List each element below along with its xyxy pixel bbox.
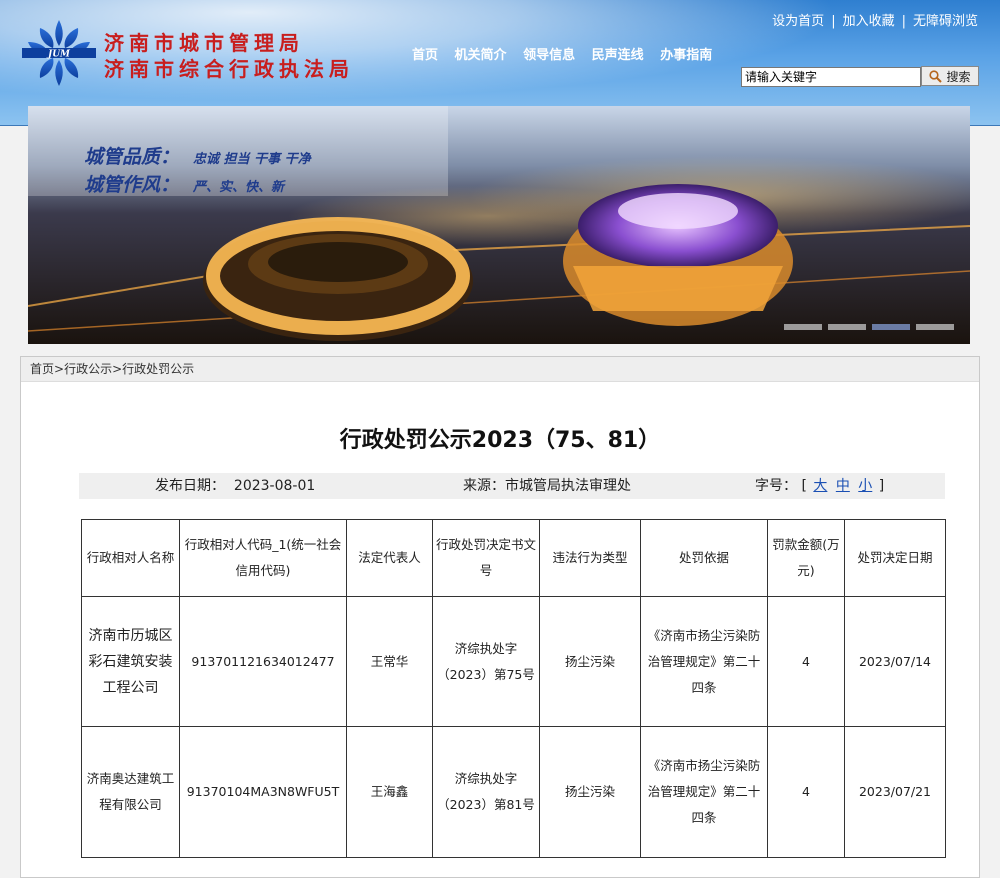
table-header-cell: 处罚依据 bbox=[640, 519, 768, 597]
breadcrumb-home[interactable]: 首页 bbox=[30, 362, 54, 376]
table-header-cell: 行政相对人代码_1(统一社会信用代码) bbox=[179, 519, 347, 597]
search-button[interactable]: 搜索 bbox=[921, 66, 979, 86]
search-input[interactable] bbox=[741, 66, 921, 87]
breadcrumb-separator: > bbox=[54, 362, 65, 376]
table-cell: 2023/07/14 bbox=[844, 596, 946, 727]
table-header-cell: 罚款金额(万元) bbox=[767, 519, 845, 597]
font-size-switcher: 字号： [ 大 中 小 ] bbox=[755, 473, 884, 499]
separator: | bbox=[901, 14, 906, 29]
slogan-style-text: 严、实、快、新 bbox=[193, 180, 285, 195]
add-favorite-link[interactable]: 加入收藏 bbox=[843, 14, 895, 29]
slogan-quality: 城管品质： 忠诚 担当 干事 干净 bbox=[84, 142, 311, 169]
article-title: 行政处罚公示2023（75、81） bbox=[339, 428, 661, 453]
table-header-row: 行政相对人名称 行政相对人代码_1(统一社会信用代码) 法定代表人 行政处罚决定… bbox=[81, 519, 946, 597]
table-cell: 《济南市扬尘污染防治管理规定》第二十四条 bbox=[640, 726, 768, 858]
publish-date-value: 2023-08-01 bbox=[233, 478, 316, 494]
bracket-close: ] bbox=[878, 478, 885, 494]
search-icon bbox=[929, 69, 943, 83]
separator: | bbox=[831, 14, 836, 29]
slide-dot[interactable] bbox=[784, 324, 822, 330]
font-size-label: 字号： bbox=[755, 478, 797, 494]
source-label: 来源： bbox=[463, 478, 505, 494]
slogan-quality-text: 忠诚 担当 干事 干净 bbox=[193, 152, 311, 167]
nav-item-about[interactable]: 机关简介 bbox=[455, 48, 507, 63]
logo-text: JUM bbox=[46, 50, 71, 60]
set-homepage-link[interactable]: 设为首页 bbox=[772, 14, 824, 29]
slogan-quality-title: 城管品质： bbox=[84, 146, 180, 168]
content-panel: 首页>行政公示>行政处罚公示 行政处罚公示2023（75、81） 发布日期： 2… bbox=[20, 356, 980, 878]
table-row: 济南市历城区彩石建筑安装工程公司 913701121634012477 王常华 … bbox=[81, 596, 946, 727]
search-box: 搜索 bbox=[741, 66, 979, 87]
table-cell: 4 bbox=[767, 726, 845, 858]
font-size-small[interactable]: 小 bbox=[858, 478, 872, 494]
table-cell: 扬尘污染 bbox=[539, 596, 641, 727]
nav-item-service-guide[interactable]: 办事指南 bbox=[660, 48, 712, 63]
breadcrumb: 首页>行政公示>行政处罚公示 bbox=[21, 357, 979, 382]
publish-date: 发布日期： 2023-08-01 bbox=[155, 473, 315, 499]
table-cell: 91370104MA3N8WFU5T bbox=[179, 726, 347, 858]
slide-dot-active[interactable] bbox=[872, 324, 910, 330]
nav-item-home[interactable]: 首页 bbox=[412, 48, 438, 63]
search-button-label: 搜索 bbox=[946, 69, 971, 84]
table-cell: 济南市历城区彩石建筑安装工程公司 bbox=[81, 596, 180, 727]
table-cell: 王海鑫 bbox=[346, 726, 433, 858]
bracket-open: [ bbox=[801, 478, 807, 494]
table-header-cell: 处罚决定日期 bbox=[844, 519, 946, 597]
nav-item-leaders[interactable]: 领导信息 bbox=[523, 48, 575, 63]
table-cell: 济综执处字（2023）第75号 bbox=[432, 596, 540, 727]
table-row: 济南奥达建筑工程有限公司 91370104MA3N8WFU5T 王海鑫 济综执处… bbox=[81, 726, 946, 858]
banner-image: 城管品质： 忠诚 担当 干事 干净 城管作风： 严、实、快、新 bbox=[28, 106, 970, 344]
breadcrumb-public-notice[interactable]: 行政公示 bbox=[64, 362, 112, 376]
slide-dot[interactable] bbox=[828, 324, 866, 330]
article-source: 来源：市城管局执法审理处 bbox=[463, 473, 631, 499]
slide-dot[interactable] bbox=[916, 324, 954, 330]
table-header-cell: 行政处罚决定书文号 bbox=[432, 519, 540, 597]
publish-date-label: 发布日期： bbox=[155, 478, 225, 494]
breadcrumb-penalty-notice[interactable]: 行政处罚公示 bbox=[122, 362, 194, 376]
table-header-cell: 行政相对人名称 bbox=[81, 519, 180, 597]
slogan-style-title: 城管作风： bbox=[84, 174, 180, 196]
table-cell: 4 bbox=[767, 596, 845, 727]
slogan-style: 城管作风： 严、实、快、新 bbox=[84, 170, 284, 197]
article-meta: 发布日期： 2023-08-01 来源：市城管局执法审理处 字号： [ 大 中 … bbox=[79, 473, 945, 499]
table-header-cell: 违法行为类型 bbox=[539, 519, 641, 597]
accessibility-link[interactable]: 无障碍浏览 bbox=[913, 14, 978, 29]
font-size-medium[interactable]: 中 bbox=[836, 478, 850, 494]
site-name-line1: 济南市城市管理局 bbox=[104, 31, 304, 55]
table-cell: 王常华 bbox=[346, 596, 433, 727]
nav-item-public-voice[interactable]: 民声连线 bbox=[592, 48, 644, 63]
table-cell: 913701121634012477 bbox=[179, 596, 347, 727]
table-cell: 扬尘污染 bbox=[539, 726, 641, 858]
table-cell: 济南奥达建筑工程有限公司 bbox=[81, 726, 180, 858]
font-size-large[interactable]: 大 bbox=[813, 478, 827, 494]
source-value: 市城管局执法审理处 bbox=[505, 478, 631, 494]
top-links: 设为首页 | 加入收藏 | 无障碍浏览 bbox=[772, 10, 978, 29]
slide-indicators bbox=[784, 324, 954, 330]
breadcrumb-separator: > bbox=[112, 362, 123, 376]
main-nav: 首页 机关简介 领导信息 民声连线 办事指南 bbox=[412, 44, 724, 63]
table-cell: 《济南市扬尘污染防治管理规定》第二十四条 bbox=[640, 596, 768, 727]
table-cell: 2023/07/21 bbox=[844, 726, 946, 858]
site-name-line2: 济南市综合行政执法局 bbox=[104, 57, 354, 81]
table-header-cell: 法定代表人 bbox=[346, 519, 433, 597]
table-cell: 济综执处字（2023）第81号 bbox=[432, 726, 540, 858]
penalty-table: 行政相对人名称 行政相对人代码_1(统一社会信用代码) 法定代表人 行政处罚决定… bbox=[81, 519, 946, 858]
site-name: 济南市城市管理局 济南市综合行政执法局 bbox=[104, 30, 354, 82]
site-logo[interactable]: JUM bbox=[20, 18, 98, 88]
